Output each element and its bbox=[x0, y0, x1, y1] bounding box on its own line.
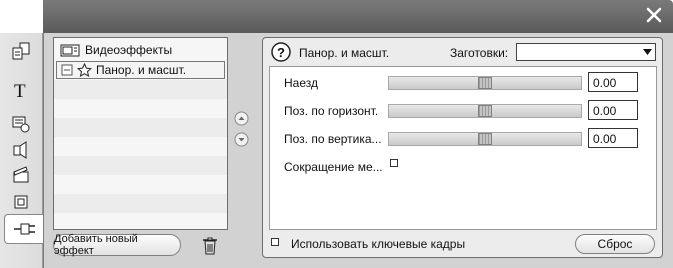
tab-clapper[interactable] bbox=[6, 161, 36, 187]
effect-settings-panel: ? Панор. и масшт. Заготовки: Наезд 0.00 … bbox=[262, 37, 663, 258]
delete-button[interactable] bbox=[201, 236, 219, 256]
close-button[interactable] bbox=[643, 4, 665, 26]
list-item-video-effects[interactable]: Видеоэффекты bbox=[60, 42, 172, 58]
photo-disc-icon bbox=[12, 116, 30, 133]
text-icon: T bbox=[14, 81, 26, 100]
param-label-vertical: Поз. по вертика... bbox=[284, 132, 382, 146]
help-button[interactable]: ? bbox=[271, 42, 291, 62]
move-down-button[interactable] bbox=[234, 132, 249, 147]
close-icon bbox=[646, 7, 662, 23]
tab-photo[interactable] bbox=[6, 111, 36, 137]
tab-titles[interactable]: T bbox=[6, 77, 36, 103]
chevron-down-icon bbox=[641, 45, 654, 59]
clapper-icon bbox=[13, 166, 29, 183]
star-icon bbox=[77, 62, 92, 77]
svg-text:?: ? bbox=[277, 45, 285, 60]
param-label-horizontal: Поз. по горизонт. bbox=[284, 104, 379, 118]
vertical-value-field[interactable]: 0.00 bbox=[588, 128, 638, 148]
slider-thumb[interactable] bbox=[478, 133, 492, 145]
settings-title: Панор. и масшт. bbox=[299, 46, 390, 60]
arrow-up-icon bbox=[234, 111, 249, 126]
trash-icon bbox=[203, 237, 217, 255]
presets-label: Заготовки: bbox=[450, 46, 509, 60]
effects-list: Видеоэффекты Панор. и масшт. bbox=[53, 37, 228, 230]
tab-video-effects[interactable] bbox=[4, 214, 44, 244]
keyframes-checkbox[interactable] bbox=[271, 238, 279, 246]
tab-transitions[interactable] bbox=[6, 38, 36, 64]
horizontal-value-field[interactable]: 0.00 bbox=[588, 100, 638, 120]
vertical-slider[interactable] bbox=[388, 132, 582, 146]
square-icon bbox=[14, 195, 28, 209]
reduction-label: Сокращение ме... bbox=[284, 160, 383, 174]
speaker-icon bbox=[13, 141, 27, 159]
tab-audio[interactable] bbox=[6, 137, 36, 163]
plug-icon bbox=[13, 223, 35, 235]
zoom-value-field[interactable]: 0.00 bbox=[588, 72, 638, 92]
slider-thumb[interactable] bbox=[478, 105, 492, 117]
param-label-zoom: Наезд bbox=[284, 76, 318, 90]
left-toolbar: T bbox=[0, 0, 44, 268]
reset-button[interactable]: Сброс bbox=[575, 234, 655, 254]
zoom-slider[interactable] bbox=[388, 76, 582, 90]
list-item-pan-zoom[interactable]: Панор. и масшт. bbox=[56, 61, 225, 79]
help-icon: ? bbox=[271, 42, 291, 62]
checkbox-icon bbox=[61, 64, 73, 76]
tab-menu[interactable] bbox=[6, 189, 36, 215]
arrow-down-icon bbox=[234, 132, 249, 147]
folder-film-icon bbox=[60, 44, 80, 56]
effects-window: T Видеоэффекты Панор. и масшт. Добавить … bbox=[0, 0, 673, 268]
add-effect-button[interactable]: Добавить новый эффект bbox=[53, 233, 181, 257]
transitions-icon bbox=[12, 42, 30, 60]
list-item-label: Панор. и масшт. bbox=[96, 63, 187, 77]
slider-thumb[interactable] bbox=[478, 77, 492, 89]
move-up-button[interactable] bbox=[234, 111, 249, 126]
svg-text:T: T bbox=[14, 81, 26, 100]
horizontal-slider[interactable] bbox=[388, 104, 582, 118]
title-bar bbox=[43, 0, 673, 33]
reduction-checkbox[interactable] bbox=[390, 159, 398, 167]
keyframes-label: Использовать ключевые кадры bbox=[291, 237, 466, 251]
presets-dropdown[interactable] bbox=[516, 43, 656, 61]
parameters-area: Наезд 0.00 Поз. по горизонт. 0.00 Поз. п… bbox=[269, 66, 657, 230]
list-item-label: Видеоэффекты bbox=[85, 43, 173, 57]
